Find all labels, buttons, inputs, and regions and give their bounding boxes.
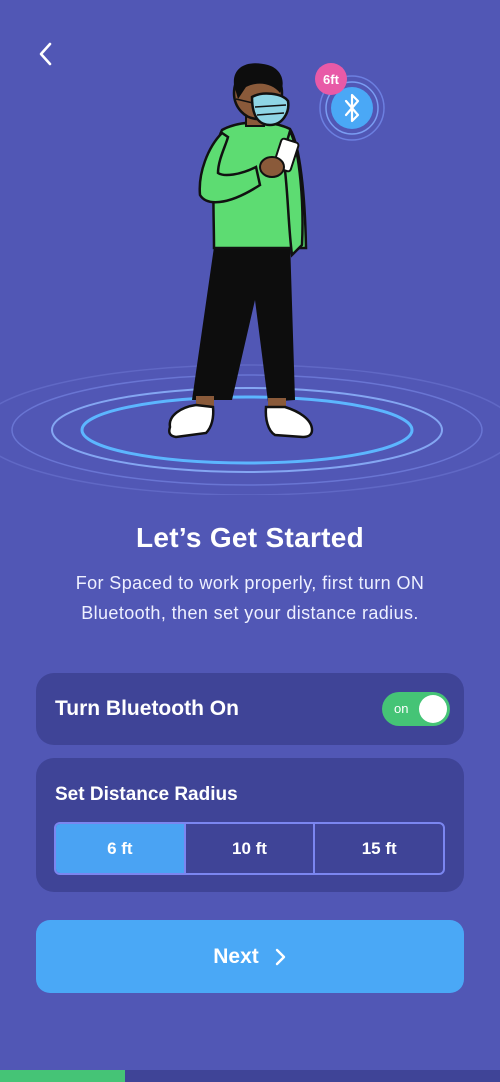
distance-radius-selector: 6 ft 10 ft 15 ft xyxy=(54,822,445,875)
page-title: Let’s Get Started xyxy=(135,522,365,553)
distance-radius-card: Set Distance Radius 6 ft 10 ft 15 ft xyxy=(36,758,464,892)
chevron-right-icon xyxy=(275,948,285,965)
radius-option-10ft[interactable]: 10 ft xyxy=(183,824,314,873)
bluetooth-card: Turn Bluetooth On on xyxy=(36,673,464,745)
person-figure xyxy=(168,63,314,439)
distance-badge-text: 6ft xyxy=(323,72,340,87)
hero-illustration: 6ft xyxy=(0,63,500,495)
onboarding-progress-bar xyxy=(0,1070,500,1082)
toggle-state-text: on xyxy=(394,701,409,716)
distance-radius-label: Set Distance Radius xyxy=(55,784,238,805)
bluetooth-toggle[interactable]: on xyxy=(382,692,450,726)
bluetooth-label: Turn Bluetooth On xyxy=(55,697,239,720)
onboarding-progress-fill xyxy=(0,1070,125,1082)
next-button[interactable]: Next xyxy=(36,920,464,993)
next-button-label: Next xyxy=(213,944,259,968)
ripple-rings xyxy=(0,364,500,495)
radius-option-15ft[interactable]: 15 ft xyxy=(313,824,443,873)
radius-option-6ft[interactable]: 6 ft xyxy=(56,824,184,873)
toggle-knob xyxy=(419,695,447,723)
page-subtitle: For Spaced to work properly, first turn … xyxy=(75,573,425,623)
distance-badge: 6ft xyxy=(315,63,347,95)
